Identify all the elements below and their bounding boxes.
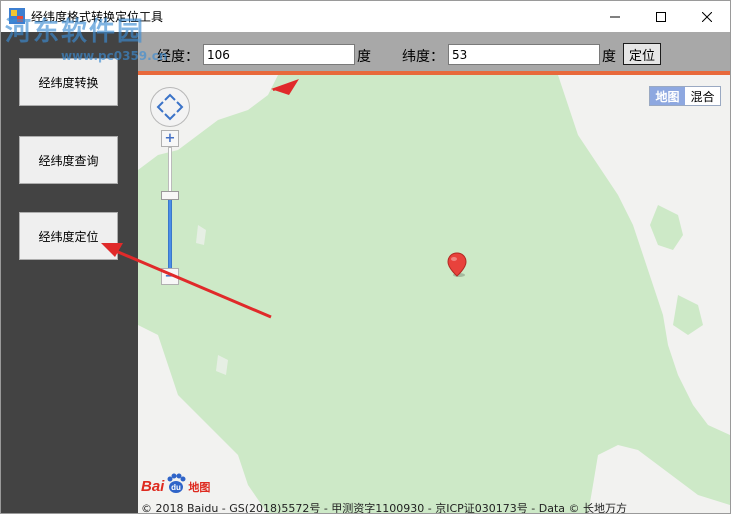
zoom-level-fill[interactable]	[168, 195, 172, 270]
map-type-hybrid[interactable]: 混合	[685, 87, 720, 105]
watermark-url: www.pc0359.cn	[61, 49, 168, 63]
baidu-logo-du: du	[171, 483, 181, 492]
longitude-input[interactable]	[203, 44, 355, 65]
watermark-text: 河东软件园	[5, 17, 146, 47]
map-view[interactable]: + − 地图 混合 Bai du 地图 © 2018 Baidu - GS(20…	[138, 75, 730, 514]
latitude-label: 纬度：	[402, 49, 444, 65]
minimize-button[interactable]	[592, 1, 638, 32]
sidebar: 经纬度转换 经纬度查询 经纬度定位	[1, 32, 138, 513]
longitude-unit: 度	[357, 49, 371, 65]
pan-arrows-icon	[156, 93, 184, 121]
map-type-switch: 地图 混合	[649, 86, 721, 106]
latitude-input[interactable]	[448, 44, 600, 65]
zoom-in-button[interactable]: +	[161, 130, 179, 147]
baidu-logo-ditu: 地图	[188, 481, 211, 494]
map-copyright: © 2018 Baidu - GS(2018)5572号 - 甲测资字11009…	[141, 502, 628, 514]
locate-nav-button[interactable]: 经纬度定位	[19, 212, 118, 260]
baidu-logo-text: Bai	[141, 478, 165, 495]
zoom-control: + −	[161, 130, 179, 290]
baidu-logo: Bai du 地图	[141, 469, 210, 495]
location-pin-icon[interactable]	[446, 252, 468, 278]
paw-icon: du	[167, 473, 186, 493]
zoom-track[interactable]	[168, 147, 172, 195]
maximize-icon	[656, 11, 666, 22]
convert-button[interactable]: 经纬度转换	[19, 58, 118, 106]
pan-control[interactable]	[150, 87, 190, 127]
coordinate-toolbar: 经度： 度 纬度： 度 定位	[138, 32, 730, 72]
terrain-layer	[138, 75, 730, 513]
query-button[interactable]: 经纬度查询	[19, 136, 118, 184]
minimize-icon	[610, 16, 620, 17]
map-type-normal[interactable]: 地图	[650, 87, 685, 105]
maximize-button[interactable]	[638, 1, 684, 32]
latitude-unit: 度	[602, 49, 616, 65]
zoom-slider-handle[interactable]	[161, 191, 179, 200]
close-icon	[702, 11, 712, 22]
zoom-out-button[interactable]: −	[161, 268, 179, 285]
locate-button[interactable]: 定位	[623, 43, 661, 65]
close-button[interactable]	[684, 1, 730, 32]
app-window: 经纬度格式转换定位工具 经纬度转换 经纬度查询 经纬度定位 经度： 度 纬度： …	[0, 0, 731, 514]
